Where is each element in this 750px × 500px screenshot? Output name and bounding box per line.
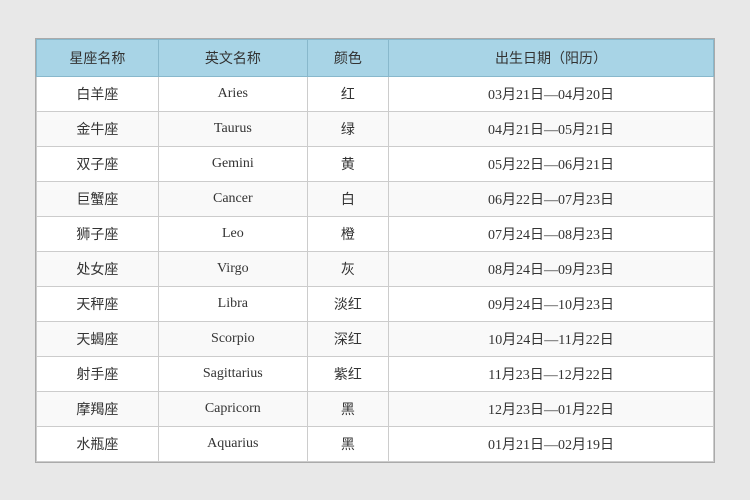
- cell-english: Libra: [158, 286, 307, 321]
- cell-english: Taurus: [158, 111, 307, 146]
- table-row: 射手座Sagittarius紫红11月23日—12月22日: [37, 356, 714, 391]
- cell-date: 07月24日—08月23日: [389, 216, 714, 251]
- cell-date: 03月21日—04月20日: [389, 76, 714, 111]
- table-row: 金牛座Taurus绿04月21日—05月21日: [37, 111, 714, 146]
- cell-date: 01月21日—02月19日: [389, 426, 714, 461]
- cell-date: 06月22日—07月23日: [389, 181, 714, 216]
- cell-color: 淡红: [307, 286, 388, 321]
- cell-color: 紫红: [307, 356, 388, 391]
- table-row: 双子座Gemini黄05月22日—06月21日: [37, 146, 714, 181]
- table-row: 狮子座Leo橙07月24日—08月23日: [37, 216, 714, 251]
- cell-chinese: 处女座: [37, 251, 159, 286]
- zodiac-table-container: 星座名称 英文名称 颜色 出生日期（阳历） 白羊座Aries红03月21日—04…: [35, 38, 715, 463]
- cell-date: 12月23日—01月22日: [389, 391, 714, 426]
- cell-color: 深红: [307, 321, 388, 356]
- cell-chinese: 金牛座: [37, 111, 159, 146]
- cell-english: Scorpio: [158, 321, 307, 356]
- cell-chinese: 射手座: [37, 356, 159, 391]
- table-body: 白羊座Aries红03月21日—04月20日金牛座Taurus绿04月21日—0…: [37, 76, 714, 461]
- cell-english: Aquarius: [158, 426, 307, 461]
- cell-color: 黑: [307, 391, 388, 426]
- table-row: 天蝎座Scorpio深红10月24日—11月22日: [37, 321, 714, 356]
- cell-date: 09月24日—10月23日: [389, 286, 714, 321]
- cell-chinese: 水瓶座: [37, 426, 159, 461]
- table-row: 天秤座Libra淡红09月24日—10月23日: [37, 286, 714, 321]
- cell-english: Sagittarius: [158, 356, 307, 391]
- cell-color: 黑: [307, 426, 388, 461]
- cell-color: 黄: [307, 146, 388, 181]
- table-row: 水瓶座Aquarius黑01月21日—02月19日: [37, 426, 714, 461]
- cell-date: 08月24日—09月23日: [389, 251, 714, 286]
- table-header-row: 星座名称 英文名称 颜色 出生日期（阳历）: [37, 39, 714, 76]
- cell-english: Virgo: [158, 251, 307, 286]
- table-row: 摩羯座Capricorn黑12月23日—01月22日: [37, 391, 714, 426]
- cell-date: 05月22日—06月21日: [389, 146, 714, 181]
- cell-date: 11月23日—12月22日: [389, 356, 714, 391]
- cell-chinese: 天秤座: [37, 286, 159, 321]
- cell-english: Leo: [158, 216, 307, 251]
- cell-chinese: 巨蟹座: [37, 181, 159, 216]
- cell-english: Aries: [158, 76, 307, 111]
- cell-color: 白: [307, 181, 388, 216]
- cell-color: 灰: [307, 251, 388, 286]
- header-color: 颜色: [307, 39, 388, 76]
- zodiac-table: 星座名称 英文名称 颜色 出生日期（阳历） 白羊座Aries红03月21日—04…: [36, 39, 714, 462]
- header-chinese: 星座名称: [37, 39, 159, 76]
- cell-chinese: 双子座: [37, 146, 159, 181]
- header-date: 出生日期（阳历）: [389, 39, 714, 76]
- cell-date: 10月24日—11月22日: [389, 321, 714, 356]
- cell-english: Capricorn: [158, 391, 307, 426]
- cell-english: Cancer: [158, 181, 307, 216]
- header-english: 英文名称: [158, 39, 307, 76]
- cell-chinese: 摩羯座: [37, 391, 159, 426]
- cell-english: Gemini: [158, 146, 307, 181]
- table-row: 处女座Virgo灰08月24日—09月23日: [37, 251, 714, 286]
- cell-chinese: 白羊座: [37, 76, 159, 111]
- cell-chinese: 狮子座: [37, 216, 159, 251]
- cell-date: 04月21日—05月21日: [389, 111, 714, 146]
- cell-chinese: 天蝎座: [37, 321, 159, 356]
- table-row: 白羊座Aries红03月21日—04月20日: [37, 76, 714, 111]
- cell-color: 绿: [307, 111, 388, 146]
- cell-color: 红: [307, 76, 388, 111]
- table-row: 巨蟹座Cancer白06月22日—07月23日: [37, 181, 714, 216]
- cell-color: 橙: [307, 216, 388, 251]
